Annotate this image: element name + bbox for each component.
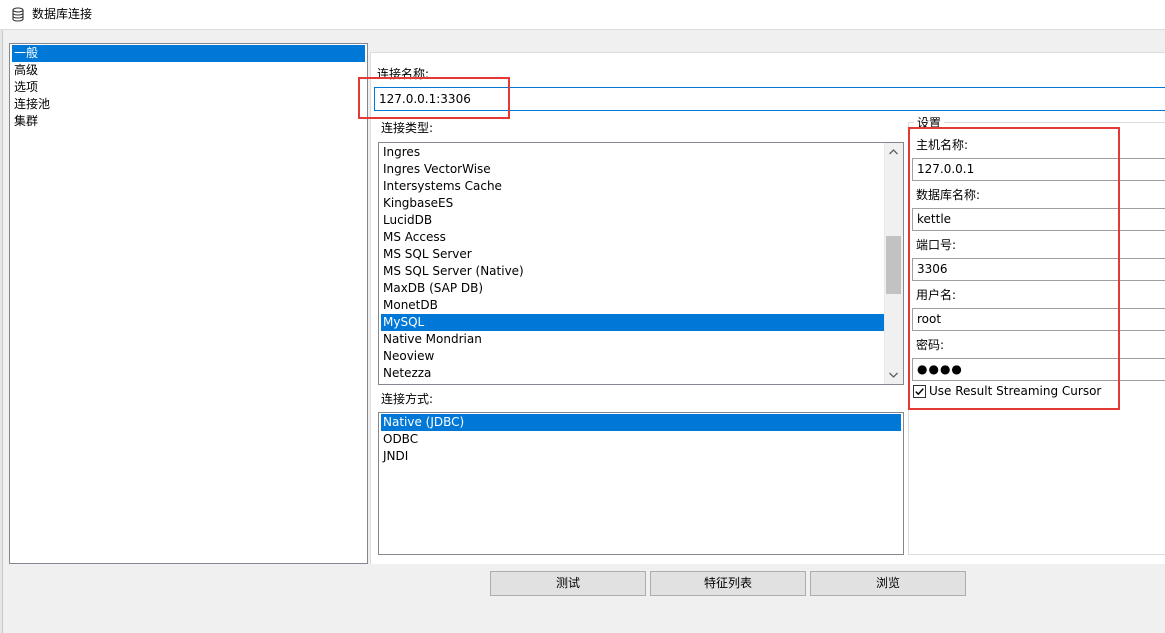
list-item[interactable]: LucidDB	[381, 212, 886, 229]
list-item[interactable]: Ingres	[381, 144, 886, 161]
category-options[interactable]: 选项	[12, 79, 365, 96]
list-item[interactable]: MS Access	[381, 229, 886, 246]
chevron-up-icon[interactable]	[885, 145, 902, 159]
window-title: 数据库连接	[32, 7, 93, 21]
list-item-selected[interactable]: MySQL	[381, 314, 886, 331]
category-general[interactable]: 一般	[12, 45, 365, 62]
connection-type-label: 连接类型:	[381, 121, 434, 135]
left-edge-strip	[0, 30, 3, 633]
database-icon	[12, 7, 24, 22]
list-item[interactable]: MonetDB	[381, 297, 886, 314]
list-item[interactable]: MaxDB (SAP DB)	[381, 280, 886, 297]
explore-button[interactable]: 浏览	[810, 571, 966, 596]
list-item[interactable]: Intersystems Cache	[381, 178, 886, 195]
title-bar	[0, 0, 1165, 30]
test-button[interactable]: 测试	[490, 571, 646, 596]
annotation-box-connection-name	[358, 77, 510, 119]
connection-type-list[interactable]: Ingres Ingres VectorWise Intersystems Ca…	[378, 142, 904, 385]
list-item-selected[interactable]: Native (JDBC)	[381, 414, 901, 431]
list-item[interactable]: Native Mondrian	[381, 331, 886, 348]
category-cluster[interactable]: 集群	[12, 113, 365, 130]
category-advanced[interactable]: 高级	[12, 62, 365, 79]
chevron-down-icon[interactable]	[885, 368, 902, 382]
list-item[interactable]: ODBC	[381, 431, 901, 448]
category-pooling[interactable]: 连接池	[12, 96, 365, 113]
list-item[interactable]: Netezza	[381, 365, 886, 382]
annotation-box-settings	[908, 127, 1120, 410]
list-item[interactable]: JNDI	[381, 448, 901, 465]
list-item[interactable]: MS SQL Server	[381, 246, 886, 263]
list-item[interactable]: Neoview	[381, 348, 886, 365]
access-method-list[interactable]: Native (JDBC) ODBC JNDI	[378, 412, 904, 555]
category-list[interactable]: 一般 高级 选项 连接池 集群	[9, 43, 368, 564]
list-item[interactable]: MS SQL Server (Native)	[381, 263, 886, 280]
scrollbar-thumb[interactable]	[886, 236, 901, 294]
feature-list-button[interactable]: 特征列表	[650, 571, 806, 596]
list-item[interactable]: KingbaseES	[381, 195, 886, 212]
list-item[interactable]: Ingres VectorWise	[381, 161, 886, 178]
access-method-label: 连接方式:	[381, 392, 434, 406]
